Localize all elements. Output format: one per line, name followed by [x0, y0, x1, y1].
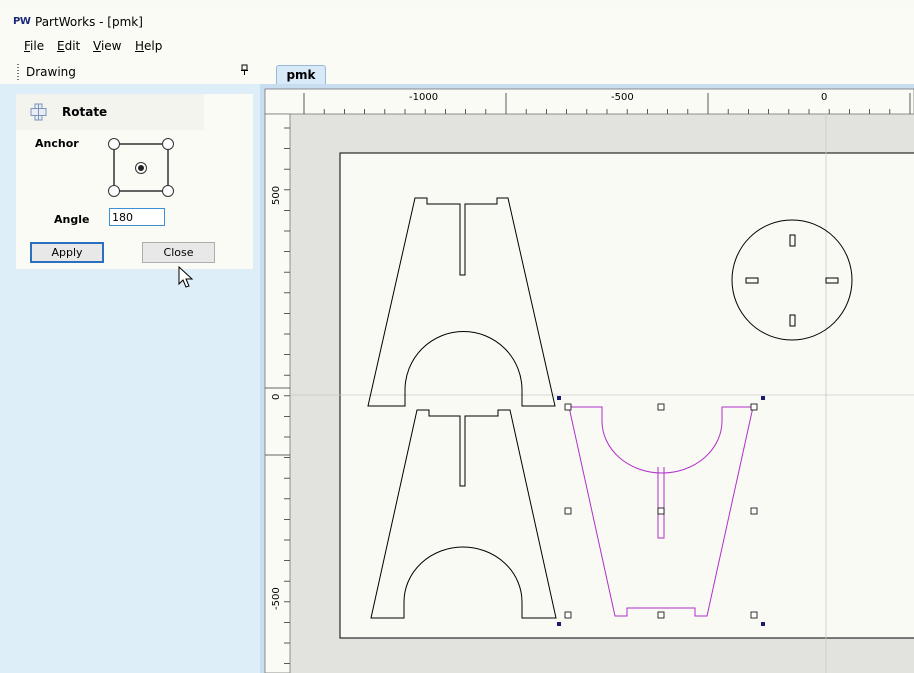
rotate-tool-panel: Rotate Anchor Angle Apply Close [16, 94, 253, 269]
handle-corner-dark-tl[interactable] [557, 396, 561, 400]
menu-edit[interactable]: Edit [57, 39, 80, 53]
handle-bottom-right[interactable] [750, 611, 758, 619]
ruler-label-x-0: 0 [821, 92, 827, 103]
panel-title: Drawing [26, 65, 76, 79]
ruler-label-y-neg500: -500 [271, 587, 282, 610]
rotate-icon [29, 103, 49, 124]
menu-help[interactable]: Help [135, 39, 162, 53]
anchor-top-right[interactable] [162, 138, 174, 150]
ruler-label-y-0: 0 [271, 394, 282, 400]
handle-corner-dark-tr[interactable] [761, 396, 765, 400]
tab-strip: pmk [260, 60, 914, 85]
handle-top-center[interactable] [657, 403, 665, 411]
handle-top-left[interactable] [564, 403, 572, 411]
handle-mid-right[interactable] [750, 507, 758, 515]
mouse-cursor-icon [178, 265, 194, 293]
pin-icon[interactable] [240, 64, 250, 79]
ruler-label-x-neg1000: -1000 [409, 92, 438, 103]
anchor-center-dot [138, 165, 144, 171]
close-button[interactable]: Close [142, 242, 215, 263]
ruler-label-x-neg500: -500 [611, 92, 634, 103]
panel-grip-handle[interactable] [17, 64, 19, 80]
menu-bar: File Edit View Help [0, 36, 914, 58]
sidebar: Rotate Anchor Angle Apply Close [0, 84, 260, 673]
anchor-selector [104, 136, 176, 201]
anchor-label: Anchor [35, 137, 79, 150]
handle-bottom-center[interactable] [657, 611, 665, 619]
drawing-canvas[interactable]: -1000 -500 0 500 0 -500 [260, 88, 914, 673]
handle-top-right[interactable] [750, 403, 758, 411]
document-area: pmk -1000 -500 0 500 0 -500 [260, 60, 914, 673]
material-sheet [339, 152, 914, 639]
angle-input[interactable] [109, 208, 165, 226]
apply-button[interactable]: Apply [30, 242, 104, 263]
partworks-window: PW PartWorks - [pmk] File Edit View Help… [0, 0, 914, 673]
anchor-bottom-left[interactable] [108, 185, 120, 197]
rotate-header: Rotate [16, 94, 204, 130]
title-bar: PW PartWorks - [pmk] [0, 10, 914, 34]
anchor-top-left[interactable] [108, 138, 120, 150]
handle-corner-dark-bl[interactable] [557, 622, 561, 626]
menu-view[interactable]: View [93, 39, 121, 53]
window-title: PartWorks - [pmk] [35, 15, 143, 29]
rotate-title: Rotate [62, 105, 108, 119]
handle-mid-left[interactable] [564, 507, 572, 515]
app-icon: PW [13, 16, 31, 27]
angle-label: Angle [54, 213, 90, 226]
handle-bottom-left[interactable] [564, 611, 572, 619]
tab-pmk[interactable]: pmk [276, 65, 326, 85]
ruler-label-y-500: 500 [271, 186, 282, 205]
menu-file[interactable]: File [24, 39, 44, 53]
anchor-bottom-right[interactable] [162, 185, 174, 197]
handle-center[interactable] [657, 507, 665, 515]
drawing-panel-header: Drawing [0, 60, 260, 84]
horizontal-ruler [264, 88, 914, 115]
handle-corner-dark-br[interactable] [761, 622, 765, 626]
